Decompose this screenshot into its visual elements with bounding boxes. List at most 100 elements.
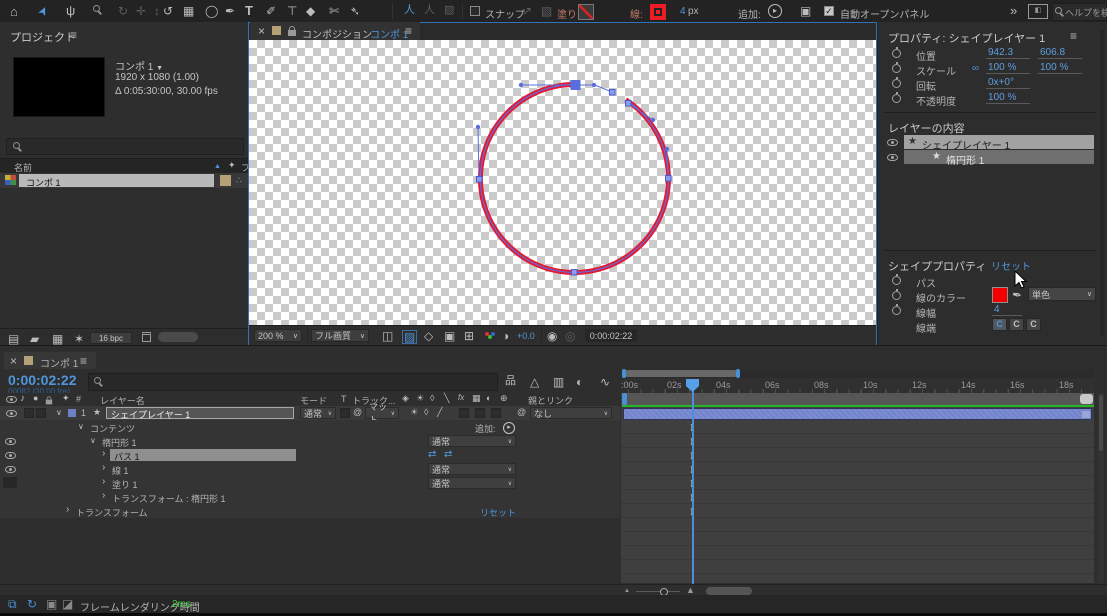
cap-butt-button[interactable]: C	[992, 318, 1007, 331]
region-of-interest-icon[interactable]: ▣	[444, 330, 455, 342]
path-vertex-selected[interactable]	[571, 80, 581, 90]
puppet-pin-tool[interactable]: ➴	[350, 5, 360, 17]
eraser-tool[interactable]: ◆	[306, 5, 315, 17]
magnification-dropdown[interactable]: 200 %∨	[254, 329, 302, 342]
bezier-handle-dot[interactable]	[651, 118, 655, 122]
path-twirl-icon[interactable]: ›	[102, 449, 105, 459]
new-folder-icon[interactable]: ▰	[30, 333, 39, 345]
layer-label-chip[interactable]	[68, 409, 76, 417]
adjust-icon[interactable]: ✶	[74, 333, 84, 345]
type-tool[interactable]: T	[245, 4, 253, 17]
stroke-width-value[interactable]: 4	[992, 304, 1022, 316]
preserve-transparency-toggle[interactable]	[340, 408, 350, 418]
shape-tool[interactable]: ◯	[205, 5, 218, 17]
properties-panel-title[interactable]: プロパティ: シェイプレイヤー 1	[888, 30, 1045, 46]
roto-brush-tool[interactable]: ✄	[329, 5, 339, 17]
view-layout-icon[interactable]: ◫	[382, 330, 393, 342]
fill-type-dropdown[interactable]: 単色∨	[1028, 287, 1096, 301]
cap-projecting-button[interactable]: C	[1026, 318, 1041, 331]
timeline-zoom-slider[interactable]	[636, 591, 680, 592]
timeline-tab[interactable]: × コンポ 1 ≡	[4, 352, 96, 369]
row-contents[interactable]: ∨ コンテンツ 追加: ▸	[0, 420, 620, 435]
workspace-icon[interactable]: ◧	[1028, 4, 1048, 19]
auto-open-checkbox[interactable]: ✓	[824, 6, 834, 16]
layer-row[interactable]: ∨ 1 ★ シェイプレイヤー 1 通常∨ @ マット∨ ☀ ◊ ╱ @ なし∨	[0, 406, 620, 421]
position-x-value[interactable]: 942.3	[986, 47, 1030, 59]
contents-layer-2-name[interactable]: 楕円形 1	[946, 152, 984, 167]
bezier-handle-dot[interactable]	[665, 147, 669, 151]
graph-editor-icon[interactable]: ∿	[600, 376, 610, 388]
viewer-tab-comp-name[interactable]: コンポ 1	[370, 26, 408, 41]
fill-label[interactable]: 塗り:	[557, 6, 580, 21]
row-transform-ellipse[interactable]: › トランスフォーム : 楕円形 1	[0, 490, 620, 505]
add-property-button[interactable]: ▸	[503, 422, 515, 434]
row-ellipse-group[interactable]: ∨ 楕円形 1 通常∨	[0, 434, 620, 449]
parent-dropdown[interactable]: なし∨	[530, 407, 612, 419]
bpc-button[interactable]: 16 bpc	[90, 332, 132, 344]
path-vertex[interactable]	[572, 270, 578, 276]
snapshot-icon[interactable]: ◉	[547, 330, 557, 342]
render-queue-status-icon[interactable]: ⧉	[8, 598, 17, 610]
frameblend-switch[interactable]	[459, 408, 469, 418]
layer-bar-end-grip[interactable]	[1082, 411, 1090, 418]
time-navigator[interactable]	[622, 369, 1094, 378]
bezier-handle-dot[interactable]	[592, 83, 596, 87]
work-area-end-handle[interactable]	[1080, 394, 1093, 404]
stroke-color-label[interactable]: 線のカラー	[916, 290, 966, 305]
cap-round-button[interactable]: C	[1009, 318, 1024, 331]
row-stroke[interactable]: › 線 1 通常∨	[0, 462, 620, 477]
t-column-label[interactable]: T	[341, 394, 347, 404]
matte-pickwhip-icon[interactable]: @	[353, 408, 362, 417]
current-timecode[interactable]: 0:00:02:22	[8, 372, 77, 388]
preview-status-icon[interactable]: ↻	[27, 598, 37, 610]
motionblur-switch[interactable]	[475, 408, 485, 418]
properties-panel-menu-icon[interactable]: ≡	[1070, 30, 1077, 42]
mask-visibility-icon[interactable]: ◇	[424, 330, 433, 342]
sort-ascending-icon[interactable]: ▲	[214, 163, 221, 170]
gizmo-local-axis-icon[interactable]: 人	[404, 5, 415, 16]
contents-twirl-icon[interactable]: ∨	[78, 423, 84, 431]
composition-flowchart-icon[interactable]: 品	[505, 376, 516, 387]
draft-3d-icon[interactable]: △	[530, 376, 539, 388]
stroke-width-label[interactable]: 線幅	[916, 305, 936, 320]
track-matte-dropdown[interactable]: マット∨	[365, 407, 399, 419]
audio-toggle[interactable]	[24, 408, 34, 418]
eyedropper-icon[interactable]: ✒	[1011, 288, 1023, 302]
exposure-icon[interactable]: ◑	[502, 330, 509, 342]
timeline-tab-menu-icon[interactable]: ≡	[80, 355, 87, 367]
solo-toggle[interactable]	[36, 408, 46, 418]
guides-icon[interactable]: ⊞	[464, 330, 474, 342]
row-fill[interactable]: › 塗り 1 通常∨	[0, 476, 620, 491]
ellipse-twirl-icon[interactable]: ∨	[90, 437, 96, 445]
rotation-value[interactable]: 0x+0°	[986, 77, 1030, 89]
blend-mode-dropdown[interactable]: 通常∨	[300, 407, 336, 419]
opacity-label[interactable]: 不透明度	[916, 93, 956, 108]
parent-pickwhip-icon[interactable]: @	[517, 408, 526, 417]
rotation-label[interactable]: 回転	[916, 78, 936, 93]
row-transform[interactable]: › トランスフォーム リセット	[0, 504, 620, 519]
project-row-comp1[interactable]: コンポ 1 ∴	[0, 173, 248, 188]
hand-tool[interactable]: ψ	[66, 4, 75, 17]
stroke-width-value[interactable]: 4	[680, 6, 686, 17]
composition-canvas[interactable]	[249, 40, 876, 325]
layer-twirl-icon[interactable]: ∨	[56, 409, 62, 417]
toolbar-overflow-icon[interactable]: »	[1010, 4, 1017, 17]
scale-label[interactable]: スケール	[916, 63, 956, 78]
viewer-timecode[interactable]: 0:00:02:22	[585, 329, 637, 342]
snap-checkbox[interactable]	[470, 6, 480, 16]
exposure-value[interactable]: +0.0	[517, 331, 535, 341]
viewer-tab[interactable]: × コンポジション コンポ 1 ≡	[250, 22, 420, 40]
rotation-tool[interactable]: ↺	[163, 5, 173, 17]
timeline-tab-close-icon[interactable]: ×	[10, 355, 17, 367]
pan-behind-tool[interactable]: ▦	[183, 5, 194, 17]
contents-layer-row-2[interactable]: ★ 楕円形 1	[904, 150, 1094, 164]
transparency-grid-icon[interactable]: ▨	[402, 330, 417, 344]
bezier-handle-dot[interactable]	[476, 125, 480, 129]
collapse-switch[interactable]: ☀	[410, 408, 418, 417]
label-color-chip[interactable]	[220, 175, 231, 186]
timeline-vscroll[interactable]	[1098, 393, 1104, 583]
project-search-field[interactable]	[6, 138, 244, 155]
label-column-icon[interactable]: ✦	[228, 161, 236, 170]
timeline-search-field[interactable]	[88, 373, 498, 391]
path-vertex[interactable]	[610, 90, 616, 96]
